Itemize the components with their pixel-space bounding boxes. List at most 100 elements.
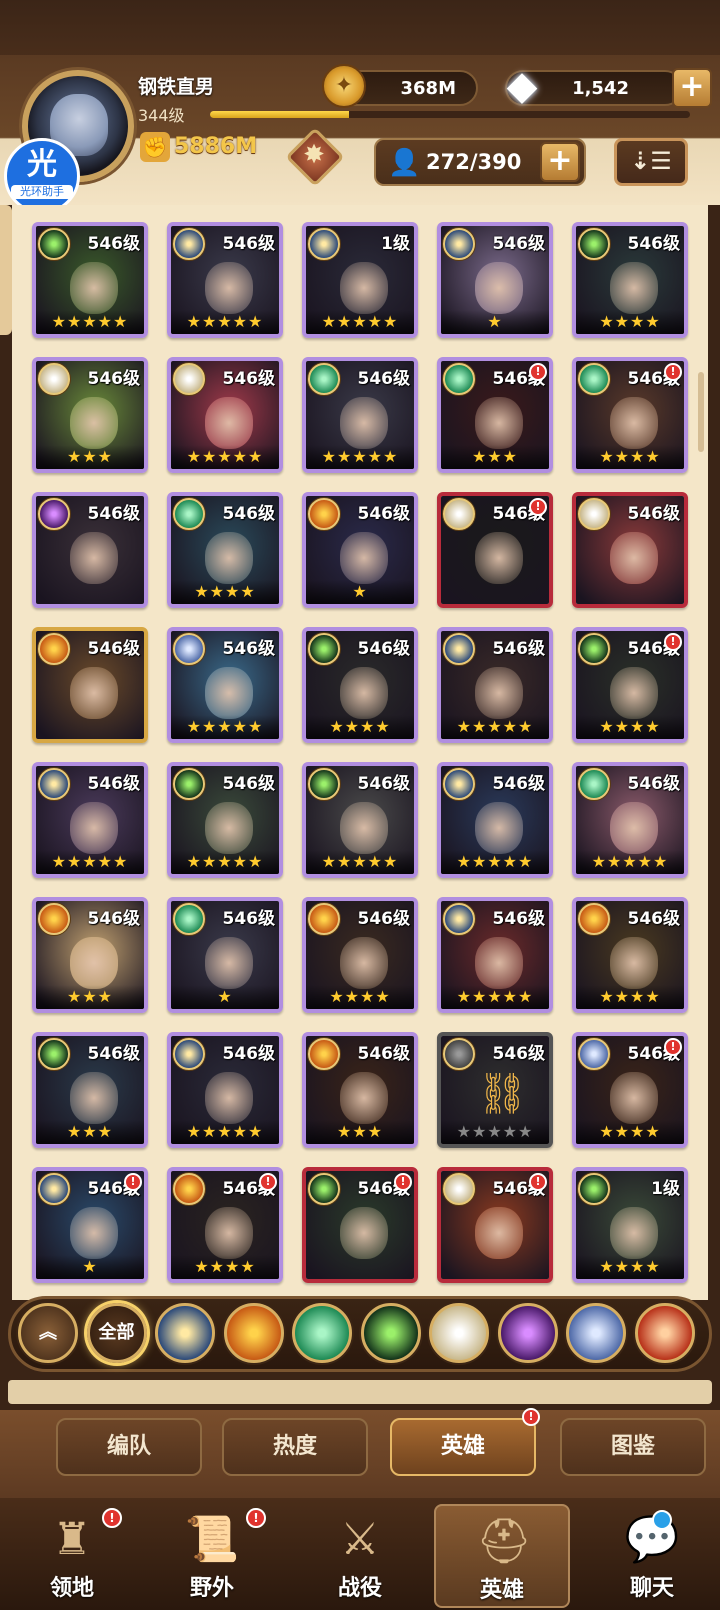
faction-graveborn-icon	[308, 1173, 340, 1205]
hero-card[interactable]: 546级 ★★★★	[302, 627, 418, 743]
hero-level: 546级	[627, 234, 681, 254]
hero-card[interactable]: 546级!	[437, 1167, 553, 1283]
gold-coin-icon: ✦	[322, 64, 366, 108]
hero-card[interactable]: 546级 ★★★★!	[167, 1167, 283, 1283]
hero-card[interactable]: 546级 ★★★★★	[32, 222, 148, 338]
filter-hypogean-icon[interactable]	[497, 1303, 558, 1363]
hero-card[interactable]: 546级 ★★★★★	[167, 357, 283, 473]
filter-bar-shelf	[8, 1380, 712, 1404]
faction-celestial-icon	[443, 1173, 475, 1205]
filter-all-button[interactable]: 全部	[86, 1303, 147, 1363]
hero-card[interactable]: 546级 ★★★★	[167, 492, 283, 608]
hero-card[interactable]: 546级 ★★★	[32, 897, 148, 1013]
hero-card[interactable]: 546级 ★★★	[32, 1032, 148, 1148]
hero-card[interactable]: 546级 ★★★	[302, 1032, 418, 1148]
hero-stars: ★★★★★	[36, 850, 144, 874]
hero-level: 546级	[357, 909, 411, 929]
hero-card[interactable]: 546级 ★!	[32, 1167, 148, 1283]
filter-graveborn-icon[interactable]	[360, 1303, 421, 1363]
hero-card[interactable]: 546级 ★★★★!	[572, 1032, 688, 1148]
hero-face	[205, 397, 253, 449]
grid-scrollbar[interactable]	[698, 372, 704, 452]
side-pull-tab[interactable]	[0, 205, 12, 335]
tab-popularity[interactable]: 热度	[222, 1418, 368, 1476]
hero-level: 546级	[627, 909, 681, 929]
faction-emblem-button[interactable]: ✸	[278, 127, 350, 190]
hero-card[interactable]: 546级!	[302, 1167, 418, 1283]
hero-face	[475, 937, 523, 989]
hero-card[interactable]: 546级 ★★★★★	[302, 762, 418, 878]
diamond-value: 1,542	[572, 78, 629, 99]
hero-card[interactable]: 1级 ★★★★	[572, 1167, 688, 1283]
hero-card[interactable]: 546级 ★★★★★	[572, 762, 688, 878]
hero-card[interactable]: 546级 ★★★★★	[437, 627, 553, 743]
faction-mauler-icon	[308, 498, 340, 530]
filter-mauler-icon[interactable]	[223, 1303, 284, 1363]
hero-alert-badge: !	[259, 1173, 277, 1191]
sort-button[interactable]: ⇣☰	[614, 138, 688, 186]
filter-celestial-icon[interactable]	[429, 1303, 489, 1363]
helper-badge-glyph: 光	[27, 147, 57, 182]
diamond-icon: ◆	[506, 63, 538, 109]
hero-card[interactable]: 546级	[32, 492, 148, 608]
hero-stars: ★★★★★	[36, 310, 144, 334]
faction-wilder-icon	[173, 498, 205, 530]
hero-card[interactable]: 546级 ★★★★★	[167, 222, 283, 338]
faction-lightbearer-star-icon	[173, 1038, 205, 1070]
hero-card[interactable]: 546级 ★★★!	[437, 357, 553, 473]
hero-card[interactable]: 546级 ★★★★★	[302, 357, 418, 473]
tab-heroes[interactable]: 英雄	[390, 1418, 536, 1476]
hero-card[interactable]: 546级 ★★★★★	[167, 1032, 283, 1148]
faction-graveborn-icon	[578, 1173, 610, 1205]
hero-face	[340, 1072, 388, 1124]
hero-card[interactable]: 546级 ★★★★!	[572, 357, 688, 473]
hero-card[interactable]: 546级 ★★★★	[302, 897, 418, 1013]
filter-dimensional-icon[interactable]	[566, 1303, 626, 1363]
level-progress-fill	[210, 111, 350, 118]
add-diamonds-button[interactable]: +	[672, 68, 712, 108]
hero-card[interactable]: 546级 ★★★★★	[437, 897, 553, 1013]
hero-level: 546级	[222, 639, 276, 659]
faction-mauler-icon	[308, 1038, 340, 1070]
nav-wilds-alert: !	[246, 1508, 266, 1528]
hero-card[interactable]: 546级 ★★★★★	[32, 762, 148, 878]
hero-card[interactable]: 546级 ★★★	[32, 357, 148, 473]
hero-card[interactable]: 546级!	[437, 492, 553, 608]
hero-card[interactable]: 546级 ★★★★!	[572, 627, 688, 743]
hero-face	[340, 937, 388, 989]
filter-collapse-button[interactable]: ︽	[18, 1303, 78, 1363]
faction-lightbearer-star-icon	[38, 768, 70, 800]
hero-card[interactable]: 546级 ★	[302, 492, 418, 608]
hero-card[interactable]: 546级	[32, 627, 148, 743]
hero-card[interactable]: 546级 ★	[437, 222, 553, 338]
hero-face	[475, 262, 523, 314]
tab-formation[interactable]: 编队	[56, 1418, 202, 1476]
nav-heroes[interactable]: ⛑ 英雄	[434, 1504, 570, 1608]
hero-level: 546级	[87, 909, 141, 929]
hero-card[interactable]: 546级	[572, 492, 688, 608]
hero-card[interactable]: ⛓ 546级 ★★★★★	[437, 1032, 553, 1148]
hero-card[interactable]: 546级 ★★★★	[572, 222, 688, 338]
helper-app-badge[interactable]: 光 光环助手	[4, 138, 80, 214]
faction-lightbearer-star-icon	[173, 228, 205, 260]
hero-card[interactable]: 546级 ★★★★★	[167, 627, 283, 743]
filter-wilder-icon[interactable]	[292, 1303, 352, 1363]
hero-stars: ★	[441, 310, 549, 334]
faction-wilder-icon	[308, 363, 340, 395]
hero-stars: ★★★★	[171, 1255, 279, 1279]
hero-stars: ★★★★	[306, 985, 414, 1009]
hero-stars: ★★★★★	[306, 310, 414, 334]
nav-campaign[interactable]: ⚔ 战役	[292, 1504, 428, 1608]
tab-collection[interactable]: 图鉴	[560, 1418, 706, 1476]
hero-card[interactable]: 1级 ★★★★★	[302, 222, 418, 338]
filter-flame-icon[interactable]	[634, 1303, 695, 1363]
hero-card[interactable]: 546级 ★★★★	[572, 897, 688, 1013]
hero-card[interactable]: 546级 ★★★★★	[167, 762, 283, 878]
hero-stars: ★★★★★	[441, 985, 549, 1009]
hero-face	[475, 667, 523, 719]
hero-card[interactable]: 546级 ★★★★★	[437, 762, 553, 878]
filter-lightbearer-icon[interactable]	[155, 1303, 215, 1363]
expand-roster-button[interactable]: +	[540, 142, 580, 182]
faction-wilder-icon	[173, 903, 205, 935]
hero-card[interactable]: 546级 ★	[167, 897, 283, 1013]
